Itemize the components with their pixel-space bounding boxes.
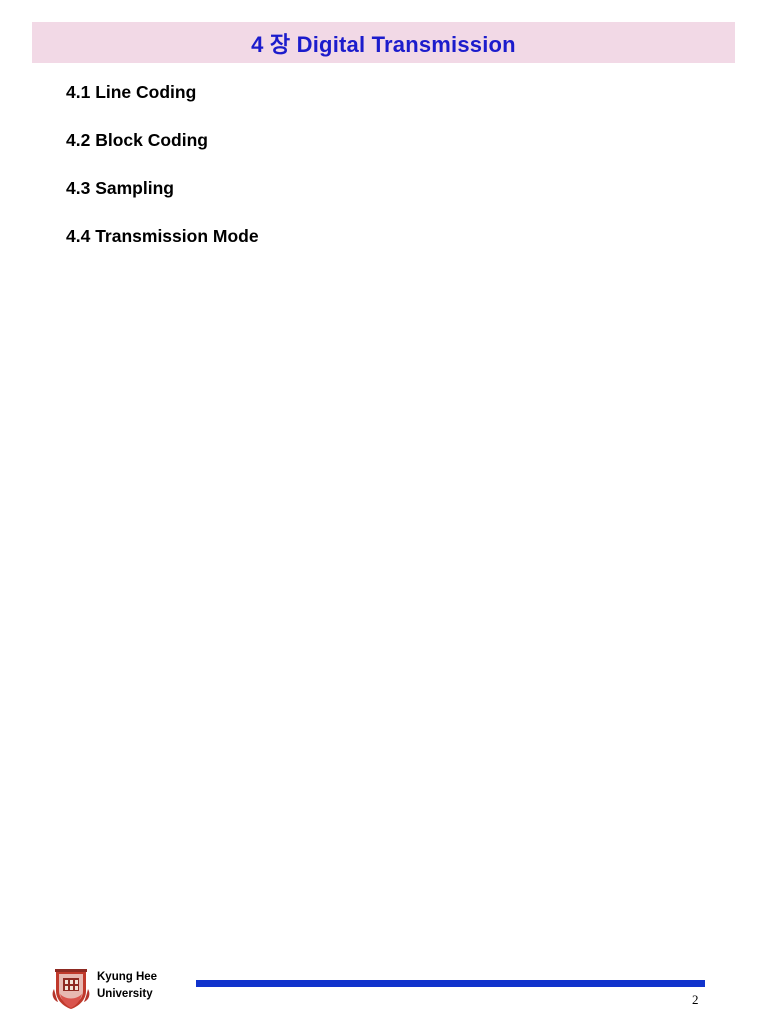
page-title: 4 장 Digital Transmission <box>251 31 516 57</box>
list-item: 4.2 Block Coding <box>66 130 208 150</box>
list-item: 4.3 Sampling <box>66 178 174 198</box>
footer-organization-line1: Kyung Hee <box>97 971 158 983</box>
list-item: 4.1 Line Coding <box>66 82 197 102</box>
slide-title-bar: 4 장 Digital Transmission <box>32 22 735 63</box>
footer-divider <box>196 980 705 987</box>
footer-organization-line2: University <box>97 987 153 1000</box>
slide: 4 장 Digital Transmission 4.1 Line Coding… <box>0 0 780 1009</box>
page-number: 2 <box>692 992 699 1007</box>
list-item: 4.4 Transmission Mode <box>66 226 259 246</box>
footer-organization: Kyung Hee University <box>97 969 157 1002</box>
university-crest-icon <box>52 969 90 1009</box>
slide-footer: Kyung Hee University 2 <box>0 480 780 1009</box>
